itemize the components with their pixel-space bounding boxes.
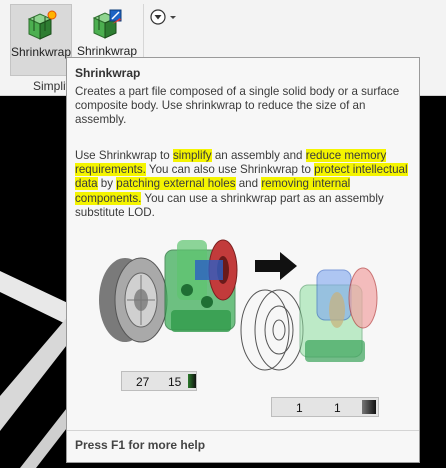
details-text: an assembly and — [211, 149, 306, 162]
before-file-count: 15 — [168, 375, 182, 389]
tooltip-details: Use Shrinkwrap to simplify an assembly a… — [75, 149, 415, 220]
shrinkwrap-substitute-label: Shrinkwrap — [76, 44, 138, 58]
counter-indicator — [188, 374, 196, 388]
shrinkwrap-illustration — [95, 230, 395, 420]
ribbon-group-label: Simplif — [33, 79, 70, 93]
shrinkwrap-icon — [27, 10, 57, 40]
tooltip-description: Creates a part file composed of a single… — [75, 85, 400, 127]
details-text: You can also use Shrinkwrap to — [145, 163, 315, 177]
before-component-counter: 27 15 — [121, 371, 197, 391]
navigation-dropdown-icon — [150, 9, 176, 25]
highlight-patching-holes: patching external holes — [116, 177, 236, 191]
before-occurrence-count: 27 — [136, 375, 150, 389]
tooltip-divider — [67, 430, 419, 431]
viewport-model-edges — [0, 271, 70, 468]
details-text: Use Shrinkwrap to — [75, 149, 173, 162]
tooltip-footer: Press F1 for more help — [75, 438, 206, 452]
tooltip-title: Shrinkwrap — [75, 66, 141, 80]
highlight-simplify: simplify — [172, 149, 212, 162]
assembly-illustration — [99, 239, 378, 371]
after-component-counter: 1 1 — [271, 397, 379, 417]
graphics-viewport[interactable] — [0, 96, 70, 468]
right-arrow-icon — [255, 252, 297, 280]
shrinkwrap-button-label: Shrinkwrap — [11, 45, 72, 59]
after-wheel-image — [240, 289, 304, 371]
before-assembly-image — [164, 239, 238, 332]
navigation-dropdown-button[interactable] — [148, 6, 184, 28]
details-text: and — [235, 177, 262, 191]
shrinkwrap-button[interactable]: Shrinkwrap — [10, 4, 72, 76]
counter-indicator — [362, 400, 376, 414]
shrinkwrap-tooltip: Shrinkwrap Creates a part file composed … — [66, 57, 420, 463]
details-text: by — [97, 177, 117, 191]
shrinkwrap-substitute-icon — [92, 9, 122, 39]
after-assembly-image — [299, 267, 378, 362]
after-occurrence-count: 1 — [296, 401, 303, 415]
before-wheel-image — [99, 257, 168, 343]
after-file-count: 1 — [334, 401, 341, 415]
